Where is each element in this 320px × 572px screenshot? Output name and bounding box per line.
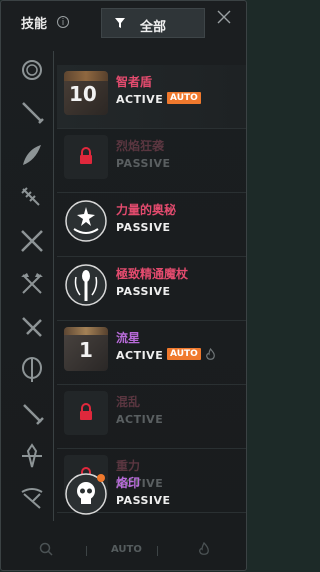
category-drill[interactable] bbox=[17, 183, 47, 213]
skill-name: 烈焰狂袭 bbox=[116, 139, 165, 153]
sword-icon bbox=[23, 404, 44, 425]
skull-icon bbox=[65, 473, 107, 515]
skill-type: PASSIVE bbox=[116, 157, 171, 170]
footer-divider bbox=[86, 546, 87, 556]
skill-name: 混乱 bbox=[116, 395, 141, 409]
crossed-swords-icon bbox=[21, 230, 43, 252]
column-divider bbox=[53, 51, 54, 521]
category-crossed-blades[interactable] bbox=[17, 312, 47, 342]
filter-icon bbox=[115, 18, 125, 28]
fork-icon bbox=[22, 357, 42, 382]
skill-icon: 1 bbox=[64, 327, 108, 371]
drill-icon bbox=[21, 187, 40, 206]
category-double-axe[interactable] bbox=[17, 269, 47, 299]
panel-footer: AUTO bbox=[1, 528, 246, 572]
category-sword[interactable] bbox=[17, 398, 47, 428]
skill-type: ACTIVE bbox=[116, 413, 164, 426]
skill-list: 10 智者盾 ACTIVE AUTO 烈焰狂袭 PASSIVE 力量的奥秘 PA… bbox=[57, 45, 246, 520]
skill-icon bbox=[64, 391, 108, 435]
lock-icon bbox=[80, 147, 92, 164]
skill-icon bbox=[64, 135, 108, 179]
skill-name: 烙印 bbox=[116, 476, 141, 490]
category-crossbow[interactable] bbox=[17, 484, 47, 514]
bomb-icon bbox=[22, 60, 42, 80]
skill-row[interactable]: 力量的奥秘 PASSIVE bbox=[57, 193, 246, 257]
auto-badge: AUTO bbox=[167, 92, 201, 104]
double-axe-icon bbox=[21, 273, 43, 294]
skill-type: PASSIVE bbox=[116, 221, 171, 234]
category-lance[interactable] bbox=[17, 441, 47, 471]
skill-level-number: 10 bbox=[69, 82, 97, 106]
skill-type: ACTIVE bbox=[116, 93, 164, 106]
skill-row[interactable]: 烈焰狂袭 PASSIVE bbox=[57, 129, 246, 193]
footer-divider bbox=[157, 546, 158, 556]
lance-icon bbox=[22, 443, 42, 468]
category-spear[interactable] bbox=[17, 97, 47, 127]
zoom-icon[interactable] bbox=[39, 542, 53, 556]
hand-star-icon bbox=[65, 200, 107, 242]
lock-icon bbox=[80, 403, 92, 420]
wand-icon bbox=[65, 264, 107, 306]
skill-type: PASSIVE bbox=[116, 494, 171, 507]
skill-name: 極致精通魔杖 bbox=[116, 267, 189, 281]
footer-auto-button[interactable]: AUTO bbox=[111, 544, 142, 555]
skill-row[interactable]: 混乱 ACTIVE bbox=[57, 385, 246, 449]
skill-row[interactable]: 極致精通魔杖 PASSIVE bbox=[57, 257, 246, 321]
flame-icon[interactable] bbox=[205, 348, 216, 361]
skill-level-number: 1 bbox=[79, 338, 93, 362]
skill-type: ACTIVE bbox=[116, 349, 164, 362]
skills-panel: 技能 i 全部 10 智者盾 ACTIVE AUTO 烈焰狂袭 PASSIVE … bbox=[0, 0, 247, 571]
category-fork[interactable] bbox=[17, 355, 47, 385]
spear-icon bbox=[22, 102, 44, 124]
panel-title: 技能 bbox=[21, 17, 48, 32]
skill-row[interactable]: 10 智者盾 ACTIVE AUTO bbox=[57, 65, 246, 129]
category-feather[interactable] bbox=[17, 140, 47, 170]
category-column bbox=[11, 54, 55, 514]
filter-label: 全部 bbox=[140, 20, 167, 35]
panel-header: 技能 i 全部 bbox=[1, 1, 246, 45]
skill-name: 力量的奥秘 bbox=[116, 203, 177, 217]
skill-name: 流星 bbox=[116, 331, 141, 345]
crossed-blades-icon bbox=[22, 317, 42, 337]
auto-badge: AUTO bbox=[167, 348, 201, 360]
feather-icon bbox=[23, 145, 41, 165]
skill-name: 智者盾 bbox=[116, 75, 153, 89]
info-icon[interactable]: i bbox=[57, 16, 69, 28]
flame-icon[interactable] bbox=[197, 542, 211, 556]
skill-icon: 10 bbox=[64, 71, 108, 115]
close-icon[interactable] bbox=[216, 9, 232, 25]
category-crossed-swords[interactable] bbox=[17, 226, 47, 256]
crossbow-icon bbox=[21, 488, 43, 509]
skill-row[interactable]: 烙印 PASSIVE bbox=[57, 466, 246, 526]
category-bomb[interactable] bbox=[17, 54, 47, 84]
skill-type: PASSIVE bbox=[116, 285, 171, 298]
skill-row[interactable]: 1 流星 ACTIVE AUTO bbox=[57, 321, 246, 385]
filter-dropdown[interactable]: 全部 bbox=[101, 8, 205, 38]
